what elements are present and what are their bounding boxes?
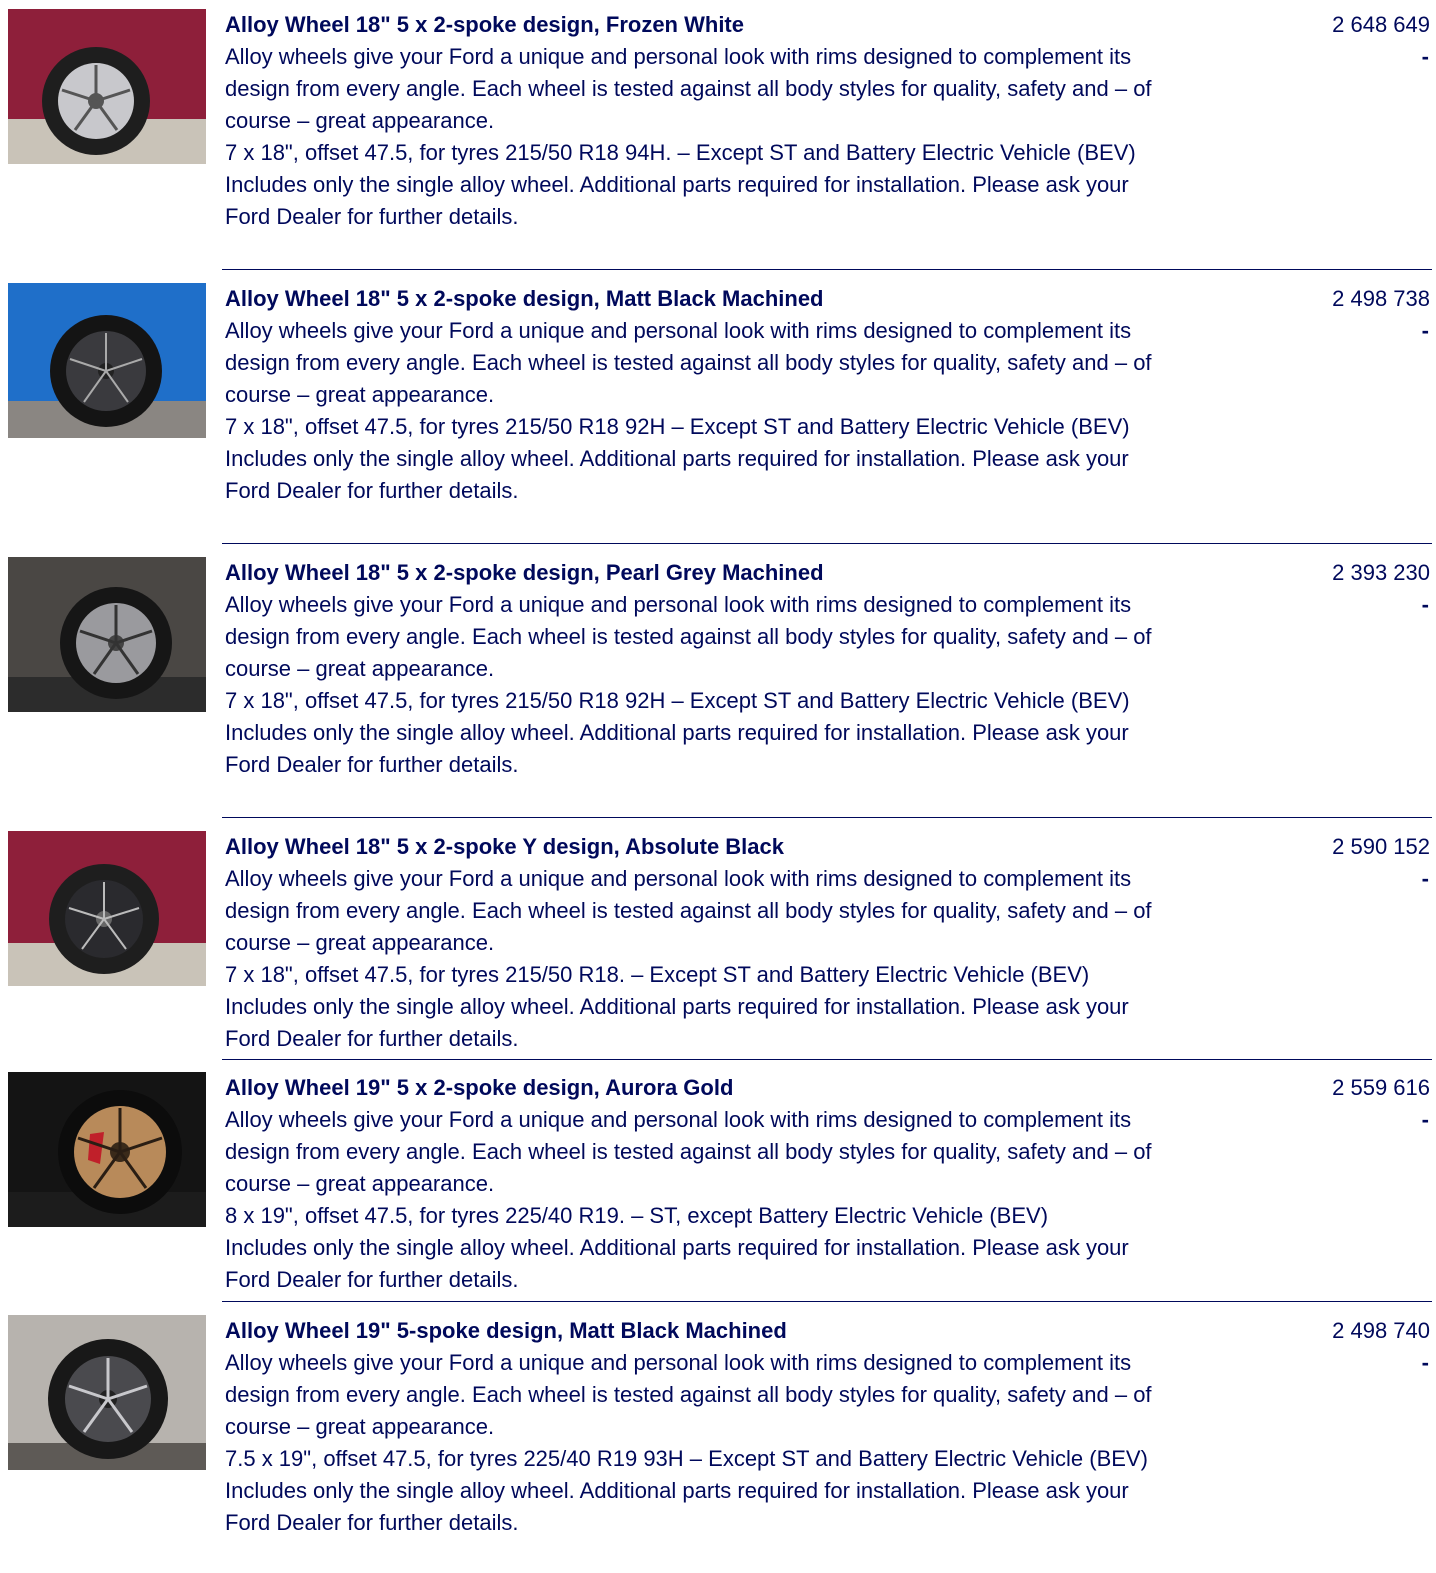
product-title: Alloy Wheel 18" 5 x 2-spoke design, Pear… xyxy=(225,560,824,585)
part-number: 2 498 740 xyxy=(1332,1318,1430,1343)
product-description: Alloy wheels give your Ford a unique and… xyxy=(225,592,1152,681)
product-spec: 7 x 18", offset 47.5, for tyres 215/50 R… xyxy=(225,688,1130,713)
product-description: Alloy wheels give your Ford a unique and… xyxy=(225,318,1152,407)
product-note: Includes only the single alloy wheel. Ad… xyxy=(225,172,1129,229)
wheel-photo xyxy=(8,283,206,438)
product-title: Alloy Wheel 18" 5 x 2-spoke Y design, Ab… xyxy=(225,834,784,859)
product-image xyxy=(8,9,206,164)
part-number: 2 648 649 xyxy=(1332,12,1430,37)
divider xyxy=(222,1301,1432,1302)
product-title: Alloy Wheel 18" 5 x 2-spoke design, Matt… xyxy=(225,286,824,311)
part-number: 2 559 616 xyxy=(1332,1075,1430,1100)
product-spec: 8 x 19", offset 47.5, for tyres 225/40 R… xyxy=(225,1203,1049,1228)
product-image xyxy=(8,283,206,438)
product-spec: 7.5 x 19", offset 47.5, for tyres 225/40… xyxy=(225,1446,1148,1471)
product-note: Includes only the single alloy wheel. Ad… xyxy=(225,1478,1129,1535)
product-note: Includes only the single alloy wheel. Ad… xyxy=(225,994,1129,1051)
price: - xyxy=(1421,1107,1429,1132)
divider xyxy=(222,1059,1432,1060)
product-spec: 7 x 18", offset 47.5, for tyres 215/50 R… xyxy=(225,414,1130,439)
divider xyxy=(222,269,1432,270)
price: - xyxy=(1421,592,1429,617)
product-title: Alloy Wheel 19" 5 x 2-spoke design, Auro… xyxy=(225,1075,734,1100)
part-number: 2 498 738 xyxy=(1332,286,1430,311)
divider xyxy=(222,817,1432,818)
wheel-photo xyxy=(8,1072,206,1227)
product-image xyxy=(8,831,206,986)
wheel-photo xyxy=(8,557,206,712)
product-note: Includes only the single alloy wheel. Ad… xyxy=(225,1235,1129,1292)
price: - xyxy=(1421,44,1429,69)
product-details: Alloy Wheel 18" 5 x 2-spoke design, Froz… xyxy=(225,9,1165,233)
product-image xyxy=(8,1315,206,1470)
product-spec: 7 x 18", offset 47.5, for tyres 215/50 R… xyxy=(225,962,1090,987)
product-note: Includes only the single alloy wheel. Ad… xyxy=(225,720,1129,777)
product-description: Alloy wheels give your Ford a unique and… xyxy=(225,1350,1152,1439)
product-details: Alloy Wheel 19" 5 x 2-spoke design, Auro… xyxy=(225,1072,1165,1296)
wheel-photo xyxy=(8,9,206,164)
part-number: 2 590 152 xyxy=(1332,834,1430,859)
part-number: 2 393 230 xyxy=(1332,560,1430,585)
product-description: Alloy wheels give your Ford a unique and… xyxy=(225,1107,1152,1196)
product-description: Alloy wheels give your Ford a unique and… xyxy=(225,44,1152,133)
product-details: Alloy Wheel 18" 5 x 2-spoke design, Pear… xyxy=(225,557,1165,781)
price: - xyxy=(1421,1350,1429,1375)
product-note: Includes only the single alloy wheel. Ad… xyxy=(225,446,1129,503)
product-title: Alloy Wheel 19" 5-spoke design, Matt Bla… xyxy=(225,1318,787,1343)
product-title: Alloy Wheel 18" 5 x 2-spoke design, Froz… xyxy=(225,12,744,37)
product-image xyxy=(8,1072,206,1227)
price: - xyxy=(1421,318,1429,343)
wheel-photo xyxy=(8,831,206,986)
product-details: Alloy Wheel 18" 5 x 2-spoke design, Matt… xyxy=(225,283,1165,507)
product-details: Alloy Wheel 18" 5 x 2-spoke Y design, Ab… xyxy=(225,831,1165,1055)
product-image xyxy=(8,557,206,712)
product-description: Alloy wheels give your Ford a unique and… xyxy=(225,866,1152,955)
price: - xyxy=(1421,866,1429,891)
product-details: Alloy Wheel 19" 5-spoke design, Matt Bla… xyxy=(225,1315,1165,1539)
product-spec: 7 x 18", offset 47.5, for tyres 215/50 R… xyxy=(225,140,1136,165)
wheel-photo xyxy=(8,1315,206,1470)
divider xyxy=(222,543,1432,544)
